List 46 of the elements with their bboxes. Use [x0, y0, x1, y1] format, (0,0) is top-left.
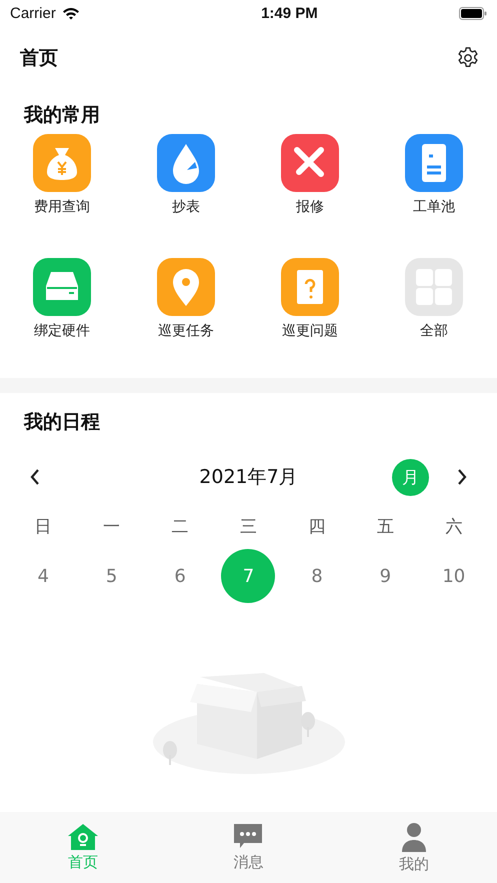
calendar-day[interactable]: 5 — [84, 549, 139, 603]
tab-bar-item[interactable]: 消息 — [166, 812, 332, 883]
weekday-label: 四 — [308, 516, 326, 538]
shortcut-label[interactable]: 抄表 — [172, 198, 200, 216]
shortcut-label[interactable]: 巡更问题 — [282, 322, 338, 340]
weekday-label: 六 — [445, 516, 462, 538]
settings-icon[interactable] — [457, 47, 479, 69]
battery-icon — [458, 6, 487, 20]
calendar-day[interactable]: 4 — [16, 549, 70, 603]
tab-bar-item[interactable]: 首页 — [0, 812, 166, 883]
calendar-day[interactable]: 10 — [426, 549, 481, 603]
money-bag-icon[interactable] — [33, 134, 91, 192]
shortcut-label[interactable]: 全部 — [420, 322, 448, 340]
house-icon — [68, 824, 98, 850]
calendar-day[interactable]: 9 — [358, 549, 412, 603]
chevron-left-icon[interactable] — [30, 469, 40, 485]
calendar-day[interactable]: 7 — [221, 549, 276, 603]
shortcut-label[interactable]: 工单池 — [413, 198, 455, 216]
chevron-right-icon[interactable] — [457, 469, 467, 485]
shortcut-label[interactable]: 巡更任务 — [158, 322, 214, 340]
tab-bar-item[interactable]: 我的 — [331, 812, 497, 883]
calendar-day[interactable]: 6 — [153, 549, 208, 603]
carrier-label: Carrier — [10, 4, 56, 22]
shortcut-label[interactable]: 报修 — [296, 198, 324, 216]
calendar-day[interactable]: 8 — [290, 549, 344, 603]
month-view-button[interactable]: 月 — [392, 458, 429, 496]
weekday-label: 二 — [172, 516, 189, 538]
weekday-label: 五 — [376, 516, 394, 538]
shortcut-label[interactable]: 费用查询 — [34, 198, 90, 216]
weekday-label: 三 — [240, 516, 257, 538]
crossed-tools-icon[interactable] — [281, 134, 339, 192]
section-title: 我的日程 — [22, 410, 100, 435]
section-title: 我的常用 — [22, 103, 100, 128]
wifi-icon — [62, 6, 80, 20]
clipboard-icon[interactable] — [405, 134, 463, 192]
clock-time: 1:49 PM — [261, 4, 318, 22]
page-title: 首页 — [20, 46, 58, 71]
weekday-label: 日 — [34, 516, 52, 538]
shortcut-label[interactable]: 绑定硬件 — [34, 322, 90, 340]
chat-bubble-icon — [233, 824, 264, 850]
location-pin-icon[interactable] — [157, 258, 215, 316]
month-label: 2021年7月 — [199, 466, 298, 488]
drive-icon[interactable] — [33, 258, 91, 316]
question-clipboard-icon[interactable] — [281, 258, 339, 316]
water-drop-icon[interactable] — [157, 134, 215, 192]
weekday-label: 一 — [103, 516, 120, 538]
